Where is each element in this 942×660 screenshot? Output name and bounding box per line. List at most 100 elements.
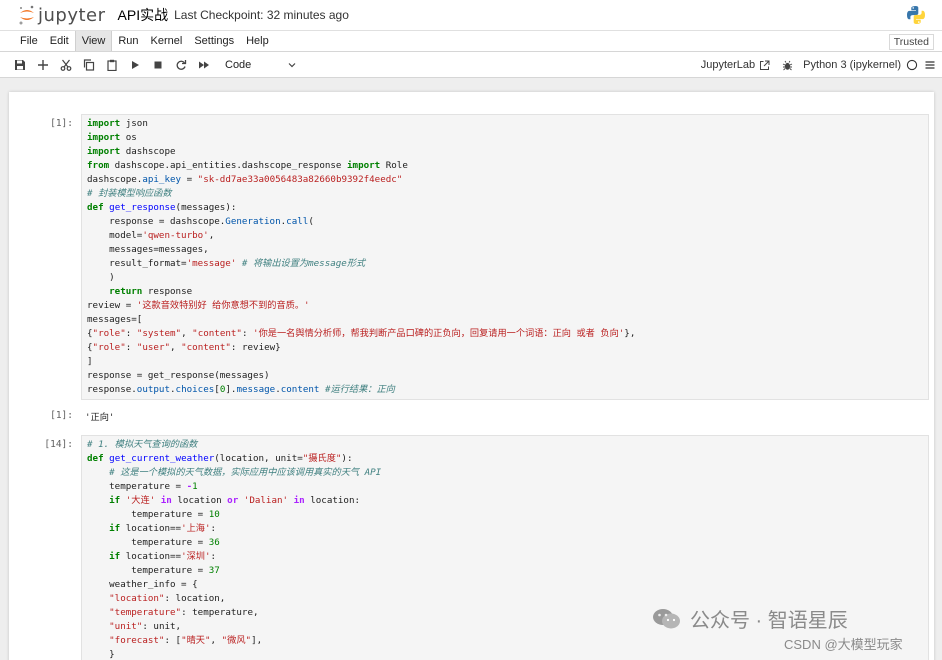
code-token: message [236, 384, 276, 395]
stop-icon[interactable] [147, 54, 169, 76]
code-token: : [ [164, 635, 182, 646]
code-token: response [142, 286, 193, 297]
notebook-panel: [1]: import json import os import dashscop… [9, 92, 934, 660]
last-checkpoint: Last Checkpoint: 32 minutes ago [174, 8, 349, 22]
code-line: temperature = 10 [87, 508, 928, 522]
code-token: in [293, 495, 305, 506]
code-line: def get_response(messages): [87, 201, 928, 215]
code-token: "摄氏度" [302, 453, 342, 464]
code-token: "微风" [221, 635, 252, 646]
run-icon[interactable] [124, 54, 146, 76]
code-token: , [208, 230, 215, 241]
kernel-name[interactable]: Python 3 (ipykernel) [803, 59, 901, 71]
fast-forward-icon[interactable] [193, 54, 215, 76]
code-token: } [87, 649, 115, 660]
paste-icon[interactable] [101, 54, 123, 76]
code-token: # 将输出设置为message形式 [241, 258, 366, 269]
watermark-text: 公众号 · 智语星辰 [690, 610, 848, 632]
menu-edit[interactable]: Edit [44, 31, 75, 51]
external-link-icon[interactable] [759, 60, 770, 71]
code-token: "晴天" [181, 635, 211, 646]
code-token: = [181, 174, 198, 185]
code-token: os [120, 132, 137, 143]
code-token: dashscope. [87, 174, 143, 185]
jupyterlab-link[interactable]: JupyterLab [701, 59, 755, 71]
code-token: if [109, 495, 121, 506]
cut-icon[interactable] [55, 54, 77, 76]
code-line: messages=messages, [87, 243, 928, 257]
code-token: if [109, 523, 121, 534]
code-line: ) [87, 271, 928, 285]
code-token: messages=[ [87, 314, 143, 325]
code-token: call [286, 216, 309, 227]
code-token: temperature = [87, 565, 209, 576]
code-token: dashscope [120, 146, 176, 157]
code-token: '上海' [181, 523, 211, 534]
code-token: json [120, 118, 148, 129]
toolbar-right: JupyterLab Python 3 (ipykernel) [695, 52, 936, 78]
code-token: : [241, 328, 254, 339]
notebook-toolbar: Code JupyterLab Python 3 (ipykernel) [0, 52, 942, 78]
code-token: 10 [208, 509, 220, 520]
code-token: 'Dalian' [243, 495, 289, 506]
jupyter-logo[interactable]: jupyter [18, 4, 106, 26]
restart-icon[interactable] [170, 54, 192, 76]
code-token: dashscope.api_entities.dashscope_respons… [109, 160, 347, 171]
save-icon[interactable] [9, 54, 31, 76]
code-token: in [160, 495, 172, 506]
code-token: "location" [109, 593, 165, 604]
menu-bar: File Edit View Run Kernel Settings Help … [0, 30, 942, 52]
code-cell-content[interactable]: import json import os import dashscope from… [82, 115, 928, 397]
code-token: # 这是一个模拟的天气数据，实际应用中应该调用真实的天气 API [109, 467, 382, 478]
python-logo-icon [906, 5, 926, 25]
copy-icon[interactable] [78, 54, 100, 76]
code-token: ]. [225, 384, 237, 395]
code-token: 36 [208, 537, 220, 548]
menu-icon[interactable] [924, 59, 936, 71]
code-token: '大连' [125, 495, 156, 506]
cell-output-text: '正向' [85, 412, 115, 423]
menu-file[interactable]: File [14, 31, 44, 51]
code-token: temperature = [87, 537, 209, 548]
code-line: def get_current_weather(location, unit="… [87, 452, 928, 466]
code-line: return response [87, 285, 928, 299]
code-token: '这款音效特别好 给你意想不到的音质。' [136, 300, 310, 311]
cell-type-select[interactable]: Code [225, 59, 297, 71]
menu-view[interactable]: View [74, 31, 113, 51]
code-cell-editor[interactable]: import json import os import dashscope from… [81, 114, 929, 400]
code-token: (messages): [175, 202, 237, 213]
code-line: temperature = 36 [87, 536, 928, 550]
code-token: "role" [92, 342, 126, 353]
code-line: # 这是一个模拟的天气数据，实际应用中应该调用真实的天气 API [87, 466, 928, 480]
menu-kernel[interactable]: Kernel [145, 31, 189, 51]
jupyter-logo-icon [18, 4, 36, 26]
watermark: 公众号 · 智语星辰 [652, 604, 848, 633]
code-token: # 封装模型响应函数 [87, 188, 172, 199]
code-token: temperature = [87, 509, 209, 520]
notebook-title[interactable]: API实战 [118, 5, 169, 25]
code-token: result_format= [87, 258, 187, 269]
add-cell-icon[interactable] [32, 54, 54, 76]
code-token: get_response [109, 202, 176, 213]
code-line: if '大连' in location or 'Dalian' in locat… [87, 494, 928, 508]
code-line: {"role": "user", "content": review} [87, 341, 928, 355]
code-token: or [227, 495, 239, 506]
trusted-indicator[interactable]: Trusted [888, 34, 934, 50]
menu-run[interactable]: Run [112, 31, 144, 51]
code-token: : [210, 551, 217, 562]
cell-output-prompt: [1]: [50, 410, 73, 421]
menu-settings[interactable]: Settings [188, 31, 240, 51]
code-token: response. [87, 384, 137, 395]
menu-help[interactable]: Help [240, 31, 275, 51]
bug-icon[interactable] [782, 60, 793, 71]
code-token: review = [87, 300, 137, 311]
code-token: if [109, 551, 121, 562]
code-token: Generation [225, 216, 281, 227]
code-line: if location=='上海': [87, 522, 928, 536]
code-token: weather_info = { [87, 579, 198, 590]
